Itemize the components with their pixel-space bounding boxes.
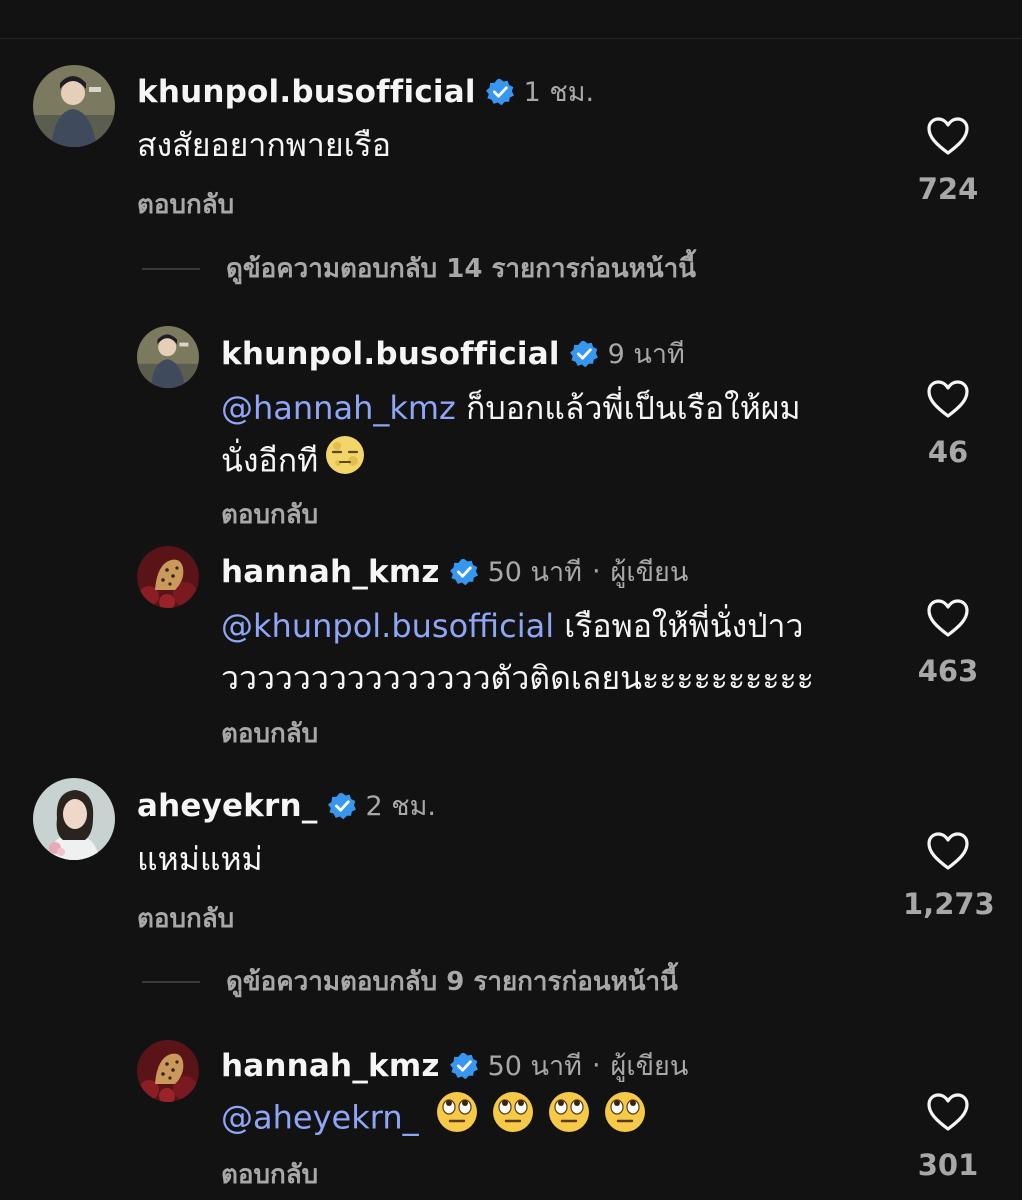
comment-text-line-1: ก็บอกแล้วพี่เป็นเรือให้ผม	[455, 389, 801, 427]
like-count: 301	[917, 1148, 979, 1182]
moon-face-emoji-icon	[324, 434, 366, 491]
heart-icon	[927, 832, 969, 870]
username[interactable]: khunpol.busofficial	[221, 336, 560, 372]
comment-text: แหม่แหม่	[137, 840, 263, 878]
verified-badge-icon	[569, 340, 598, 367]
verified-badge-icon	[449, 1052, 478, 1079]
timestamp: 50 นาที	[487, 1051, 582, 1082]
like-button[interactable]: 301	[903, 1092, 993, 1182]
like-button[interactable]: 463	[903, 598, 993, 688]
reply-button[interactable]: ตอบกลับ	[221, 1154, 318, 1195]
comment-text-line-2: นั่งอีกที	[221, 441, 319, 480]
like-count: 463	[917, 654, 979, 688]
like-button[interactable]: 46	[903, 379, 993, 469]
verified-badge-icon	[327, 792, 356, 819]
heart-icon	[927, 599, 969, 637]
separator-dot: ·	[591, 1050, 601, 1081]
heart-icon	[927, 117, 969, 155]
view-replies-label: ดูข้อความตอบกลับ 9 รายการก่อนหน้านี้	[226, 967, 678, 997]
reply-button[interactable]: ตอบกลับ	[137, 184, 234, 225]
avatar[interactable]	[137, 326, 199, 388]
username[interactable]: aheyekrn_	[137, 788, 318, 824]
timestamp: 50 นาที	[487, 557, 582, 588]
heart-icon	[927, 380, 969, 418]
comment-text: @khunpol.busofficial เรือพอให้พี่นั่งป่า…	[221, 600, 881, 704]
mention-link[interactable]: @aheyekrn_	[221, 1099, 419, 1137]
reply-button[interactable]: ตอบกลับ	[221, 713, 318, 754]
mention-link[interactable]: @khunpol.busofficial	[221, 607, 554, 645]
like-count: 46	[927, 435, 969, 469]
reply-button[interactable]: ตอบกลับ	[137, 898, 234, 939]
timestamp: 1 ชม.	[523, 77, 595, 108]
verified-badge-icon	[449, 558, 478, 585]
reply-button[interactable]: ตอบกลับ	[221, 494, 318, 535]
view-previous-replies[interactable]: ดูข้อความตอบกลับ 14 รายการก่อนหน้านี้	[142, 248, 696, 289]
eye-roll-emoji-icon	[603, 1090, 647, 1149]
comment-text-line-1: เรือพอให้พี่นั่งป่าว	[554, 607, 804, 645]
separator-dot: ·	[591, 556, 601, 587]
like-button[interactable]: 1,273	[903, 831, 995, 921]
verified-badge-icon	[485, 78, 514, 105]
divider	[142, 267, 200, 270]
avatar[interactable]	[137, 1040, 199, 1102]
view-previous-replies[interactable]: ดูข้อความตอบกลับ 9 รายการก่อนหน้านี้	[142, 961, 678, 1002]
timestamp: 9 นาที	[607, 339, 685, 370]
mention-link[interactable]: @hannah_kmz	[221, 389, 456, 427]
username[interactable]: hannah_kmz	[221, 554, 440, 590]
timestamp: 2 ชม.	[365, 791, 436, 822]
eye-roll-emoji-icon	[491, 1090, 535, 1149]
comment-text: @aheyekrn_	[221, 1090, 881, 1149]
username[interactable]: khunpol.busofficial	[137, 74, 476, 110]
eye-roll-emoji-icon	[435, 1090, 479, 1149]
comment-text-line-2: วววววววววววววววตัวติดเลยนะะะะะะะะะะ	[221, 659, 814, 697]
comment-text: สงสัยอยากพายเรือ	[137, 126, 391, 164]
like-count: 1,273	[903, 887, 995, 921]
avatar[interactable]	[33, 65, 115, 147]
like-button[interactable]: 724	[903, 116, 993, 206]
avatar[interactable]	[33, 778, 115, 860]
author-tag: ผู้เขียน	[610, 557, 689, 588]
avatar[interactable]	[137, 546, 199, 608]
username[interactable]: hannah_kmz	[221, 1048, 440, 1084]
like-count: 724	[917, 172, 979, 206]
view-replies-label: ดูข้อความตอบกลับ 14 รายการก่อนหน้านี้	[226, 254, 696, 284]
heart-icon	[927, 1093, 969, 1131]
divider	[142, 980, 200, 983]
author-tag: ผู้เขียน	[610, 1051, 689, 1082]
top-divider	[0, 38, 1022, 39]
eye-roll-emoji-icon	[547, 1090, 591, 1149]
comment-text: @hannah_kmz ก็บอกแล้วพี่เป็นเรือให้ผม นั…	[221, 382, 881, 491]
